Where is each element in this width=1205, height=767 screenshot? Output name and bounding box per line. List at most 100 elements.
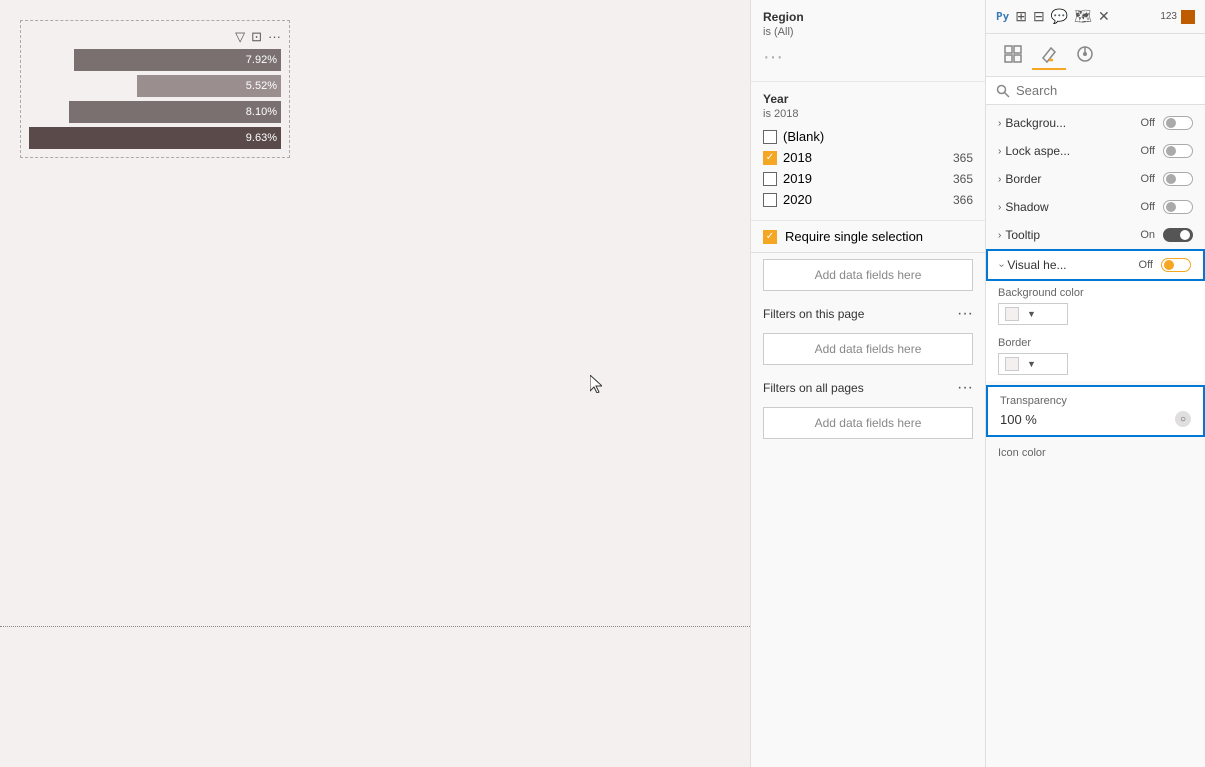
- toggle-lock-switch[interactable]: [1163, 144, 1193, 158]
- bar-3: 8.10%: [69, 101, 281, 123]
- toggle-border[interactable]: Off: [1141, 172, 1193, 186]
- filters-this-page-label: Filters on this page: [763, 307, 864, 321]
- toggle-off-label-lock: Off: [1141, 145, 1155, 157]
- bar-label-3: 8.10%: [246, 106, 277, 118]
- map-icon[interactable]: 🗺: [1074, 8, 1092, 25]
- format-tabs: [986, 34, 1205, 77]
- filter-label-2019: 2019: [783, 171, 812, 186]
- toggle-background-switch[interactable]: [1163, 116, 1193, 130]
- label-background: Backgrou...: [1005, 116, 1066, 130]
- toggle-off-label-border: Off: [1141, 173, 1155, 185]
- search-input[interactable]: [1016, 83, 1195, 98]
- bg-color-dropdown[interactable]: ▼: [998, 303, 1068, 325]
- region-filter: Region is (All) ···: [751, 0, 985, 82]
- toggle-tooltip-switch[interactable]: [1163, 228, 1193, 242]
- border-dropdown[interactable]: ▼: [998, 353, 1068, 375]
- transparency-label: Transparency: [1000, 395, 1191, 407]
- filter-count-2020: 366: [953, 193, 973, 207]
- format-tab-paint[interactable]: [1032, 40, 1066, 70]
- canvas-area: ▽ ⊡ ··· 7.92% 5.52% 8.10%: [0, 0, 750, 767]
- bar-chart: 7.92% 5.52% 8.10% 9.63%: [29, 49, 281, 149]
- focus-icon[interactable]: ⊡: [251, 29, 262, 45]
- toggle-visualheader[interactable]: Off: [1139, 258, 1191, 272]
- filter-label-2020: 2020: [783, 192, 812, 207]
- table-icon[interactable]: ⊞: [1015, 8, 1027, 25]
- format-tab-analytics[interactable]: [1068, 40, 1102, 70]
- toggle-shadow[interactable]: Off: [1141, 200, 1193, 214]
- bar-row-4: 9.63%: [29, 127, 281, 149]
- add-fields-btn-1[interactable]: Add data fields here: [763, 259, 973, 291]
- format-row-visualheader[interactable]: › Visual he... Off: [986, 249, 1205, 281]
- filter-item-blank[interactable]: (Blank): [763, 126, 973, 147]
- transparency-section: Transparency 100 % ○: [986, 385, 1205, 437]
- bg-color-label: Background color: [998, 287, 1193, 299]
- checkbox-2019[interactable]: [763, 172, 777, 186]
- add-fields-btn-3[interactable]: Add data fields here: [763, 407, 973, 439]
- format-panel-header: Py ⊞ ⊟ 💬 🗺 ✕ 123: [986, 0, 1205, 34]
- require-selection-row[interactable]: ✓ Require single selection: [751, 221, 985, 253]
- visual-header-subsection: Background color ▼: [986, 281, 1205, 331]
- region-ellipsis: ···: [763, 44, 973, 71]
- chat-icon[interactable]: 💬: [1051, 8, 1068, 25]
- transparency-clear-btn[interactable]: ○: [1175, 411, 1191, 427]
- toggle-tooltip[interactable]: On: [1140, 228, 1193, 242]
- bar-4: 9.63%: [29, 127, 281, 149]
- transparency-input-row: 100 % ○: [1000, 411, 1191, 427]
- toggle-bg-circle: [1166, 118, 1176, 128]
- border-sub-label: Border: [998, 337, 1193, 349]
- format-row-background[interactable]: › Backgrou... Off: [986, 109, 1205, 137]
- filter-icon[interactable]: ▽: [235, 29, 245, 45]
- format-tab-grid[interactable]: [996, 40, 1030, 70]
- format-options: › Backgrou... Off › Lock aspe... Off: [986, 105, 1205, 767]
- label-shadow: Shadow: [1005, 200, 1048, 214]
- toggle-off-label-shadow: Off: [1141, 201, 1155, 213]
- format-row-lockaspect[interactable]: › Lock aspe... Off: [986, 137, 1205, 165]
- toggle-lock[interactable]: Off: [1141, 144, 1193, 158]
- require-checkbox[interactable]: ✓: [763, 230, 777, 244]
- toggle-background[interactable]: Off: [1141, 116, 1193, 130]
- search-row: [986, 77, 1205, 105]
- chart-widget[interactable]: ▽ ⊡ ··· 7.92% 5.52% 8.10%: [20, 20, 290, 158]
- toggle-on-label-tooltip: On: [1140, 229, 1155, 241]
- label-lock: Lock aspe...: [1005, 144, 1070, 158]
- mouse-cursor: [590, 375, 602, 393]
- region-title: Region: [763, 10, 973, 24]
- region-subtitle: is (All): [763, 26, 973, 38]
- checkbox-blank[interactable]: [763, 130, 777, 144]
- filters-this-page-header: Filters on this page ···: [751, 297, 985, 327]
- bar-label-1: 7.92%: [246, 54, 277, 66]
- toggle-border-switch[interactable]: [1163, 172, 1193, 186]
- label-visualheader: Visual he...: [1007, 258, 1066, 272]
- checkbox-2018[interactable]: ✓: [763, 151, 777, 165]
- format-row-tooltip[interactable]: › Tooltip On: [986, 221, 1205, 249]
- filter-item-2019[interactable]: 2019 365: [763, 168, 973, 189]
- filter-panel: Region is (All) ··· Year is 2018 (Blank)…: [750, 0, 985, 767]
- chart-toolbar: ▽ ⊡ ···: [29, 29, 281, 45]
- toggle-shadow-switch[interactable]: [1163, 200, 1193, 214]
- bar-row-2: 5.52%: [29, 75, 281, 97]
- bar-label-4: 9.63%: [246, 132, 277, 144]
- filters-all-pages-dots[interactable]: ···: [957, 379, 973, 397]
- year-filter: Year is 2018 (Blank) ✓ 2018 365 2019 365: [751, 82, 985, 221]
- filter-count-2018: 365: [953, 151, 973, 165]
- toggle-visualheader-switch[interactable]: [1161, 258, 1191, 272]
- icon-color-label: Icon color: [998, 447, 1193, 459]
- bar-label-2: 5.52%: [246, 80, 277, 92]
- format-row-shadow[interactable]: › Shadow Off: [986, 193, 1205, 221]
- py-icon: Py: [996, 10, 1009, 23]
- toggle-tooltip-circle: [1180, 230, 1190, 240]
- format-row-border[interactable]: › Border Off: [986, 165, 1205, 193]
- filter-label-2018: 2018: [783, 150, 812, 165]
- settings-icon[interactable]: ✕: [1098, 8, 1110, 25]
- chevron-visualheader: ›: [996, 263, 1007, 266]
- toggle-shadow-circle: [1166, 202, 1176, 212]
- checkbox-2020[interactable]: [763, 193, 777, 207]
- filter-item-2018[interactable]: ✓ 2018 365: [763, 147, 973, 168]
- more-icon[interactable]: ···: [268, 29, 281, 45]
- chevron-shadow: ›: [998, 202, 1001, 213]
- filter-item-2020[interactable]: 2020 366: [763, 189, 973, 210]
- filters-this-page-dots[interactable]: ···: [957, 305, 973, 323]
- visual-icon[interactable]: ⊟: [1033, 8, 1045, 25]
- add-fields-btn-2[interactable]: Add data fields here: [763, 333, 973, 365]
- label-border: Border: [1005, 172, 1041, 186]
